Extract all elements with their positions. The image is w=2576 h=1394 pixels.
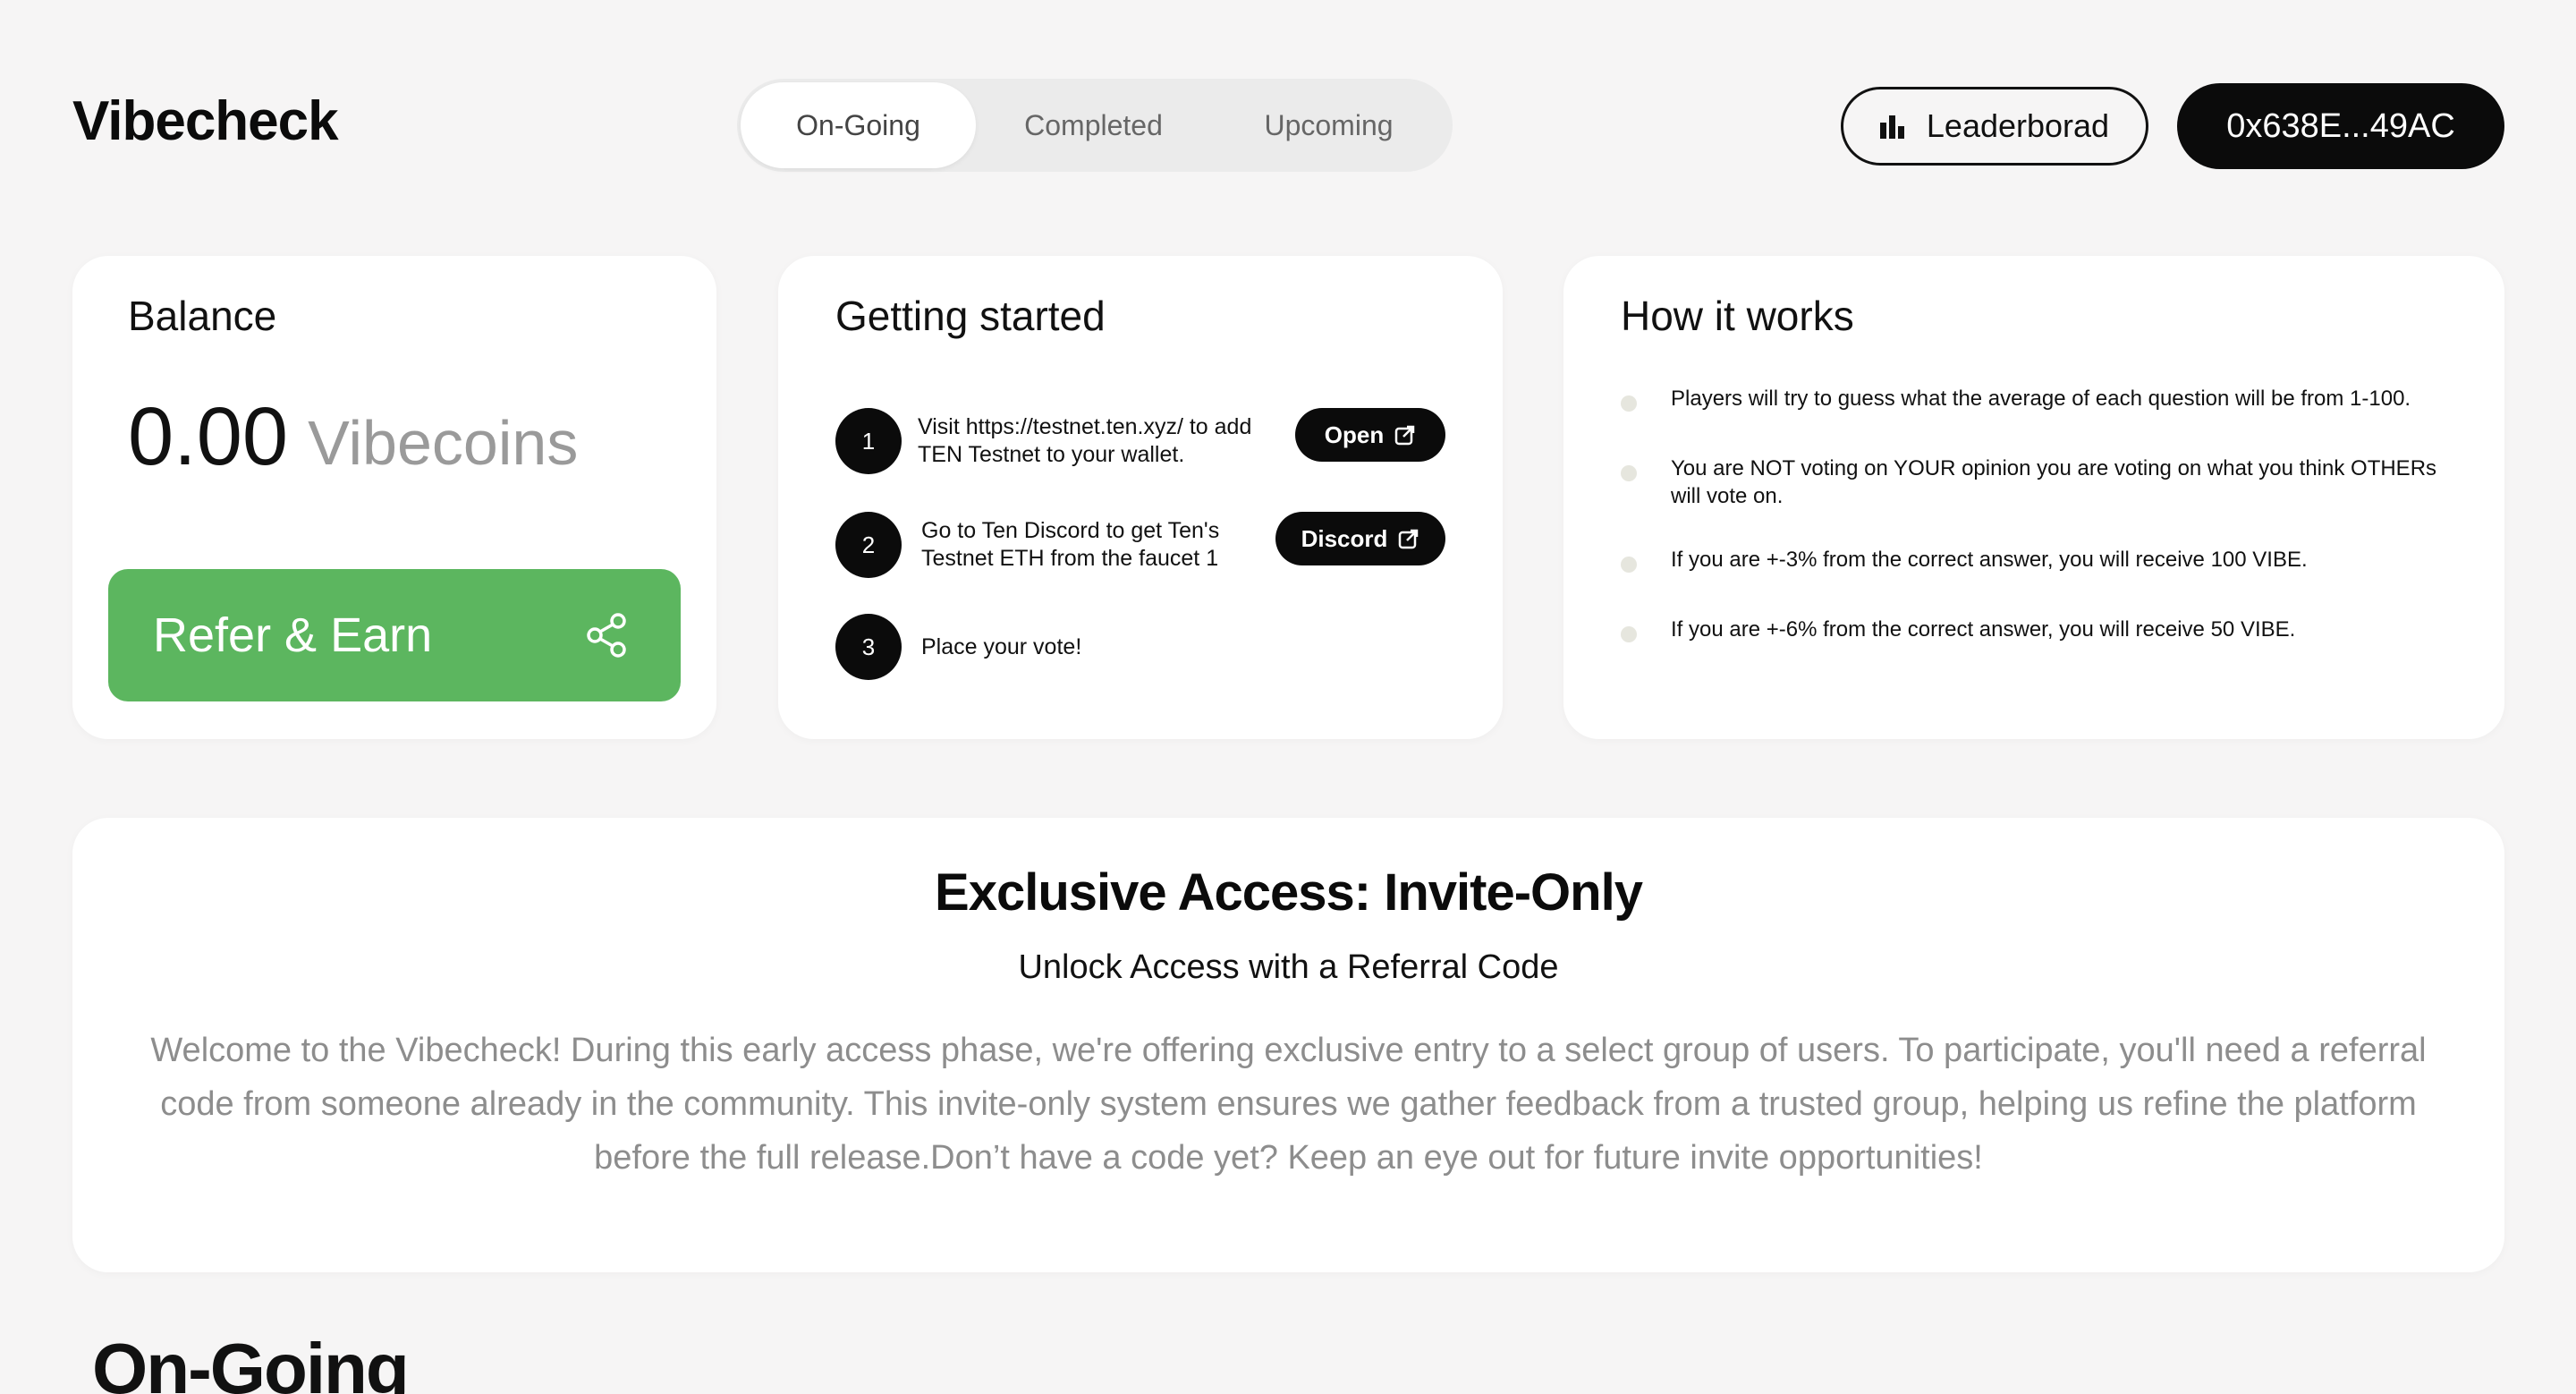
bullet-icon (1621, 557, 1637, 573)
rule-item: You are NOT voting on YOUR opinion you a… (1621, 455, 2458, 510)
step-2: 2 Go to Ten Discord to get Ten's Testnet… (835, 512, 1279, 578)
app-logo[interactable]: Vibecheck (72, 89, 339, 153)
how-it-works-card: How it works Players will try to guess w… (1563, 256, 2504, 739)
getting-started-title: Getting started (835, 293, 1106, 339)
open-button[interactable]: Open (1295, 408, 1445, 462)
tab-bar: On-Going Completed Upcoming (737, 79, 1453, 172)
bullet-icon (1621, 395, 1637, 412)
step-3: 3 Place your vote! (835, 614, 1279, 680)
step-text: Go to Ten Discord to get Ten's Testnet E… (921, 518, 1220, 571)
step-number: 3 (835, 614, 902, 680)
balance-title: Balance (128, 293, 277, 339)
step-number: 1 (835, 408, 902, 474)
how-it-works-title: How it works (1621, 293, 1854, 339)
balance-unit: Vibecoins (308, 408, 579, 478)
step-number: 2 (835, 512, 902, 578)
rule-item: Players will try to guess what the avera… (1621, 385, 2458, 412)
step-text: Place your vote! (921, 633, 1082, 659)
bar-chart-icon (1879, 115, 1904, 139)
step-1: 1 Visit https://testnet.ten.xyz/ to add … (835, 408, 1275, 474)
tab-on-going[interactable]: On-Going (741, 82, 976, 168)
wallet-address-button[interactable]: 0x638E...49AC (2177, 83, 2504, 169)
balance-amount: 0.00 (128, 391, 289, 482)
external-link-icon (1394, 425, 1415, 446)
external-link-icon (1399, 529, 1419, 549)
getting-started-card: Getting started 1 Visit https://testnet.… (778, 256, 1503, 739)
tab-completed[interactable]: Completed (976, 82, 1211, 168)
rule-text: If you are +-3% from the correct answer,… (1671, 548, 2308, 572)
bullet-icon (1621, 465, 1637, 481)
leaderboard-button[interactable]: Leaderborad (1841, 87, 2148, 166)
rule-text: If you are +-6% from the correct answer,… (1671, 617, 2296, 642)
rule-item: If you are +-6% from the correct answer,… (1621, 616, 2458, 643)
section-title: On-Going (92, 1329, 410, 1394)
open-label: Open (1324, 421, 1385, 448)
refer-earn-button[interactable]: Refer & Earn (108, 569, 681, 701)
rule-text: You are NOT voting on YOUR opinion you a… (1671, 456, 2437, 508)
rule-text: Players will try to guess what the avera… (1671, 387, 2411, 411)
exclusive-subtitle: Unlock Access with a Referral Code (1018, 948, 1559, 986)
step-text: Visit https://testnet.ten.xyz/ to add TE… (918, 414, 1252, 467)
exclusive-body: Welcome to the Vibecheck! During this ea… (150, 1032, 2427, 1177)
rule-item: If you are +-3% from the correct answer,… (1621, 546, 2458, 574)
tab-upcoming[interactable]: Upcoming (1211, 82, 1446, 168)
share-icon (587, 613, 626, 658)
exclusive-access-card: Exclusive Access: Invite-Only Unlock Acc… (72, 818, 2504, 1272)
balance-display: 0.00 Vibecoins (128, 390, 578, 484)
refer-earn-label: Refer & Earn (153, 608, 433, 662)
bullet-icon (1621, 626, 1637, 642)
discord-label: Discord (1301, 524, 1388, 552)
balance-card: Balance 0.00 Vibecoins Refer & Earn (72, 256, 716, 739)
discord-button[interactable]: Discord (1275, 512, 1445, 565)
leaderboard-label: Leaderborad (1926, 107, 2110, 144)
exclusive-title: Exclusive Access: Invite-Only (935, 863, 1643, 922)
